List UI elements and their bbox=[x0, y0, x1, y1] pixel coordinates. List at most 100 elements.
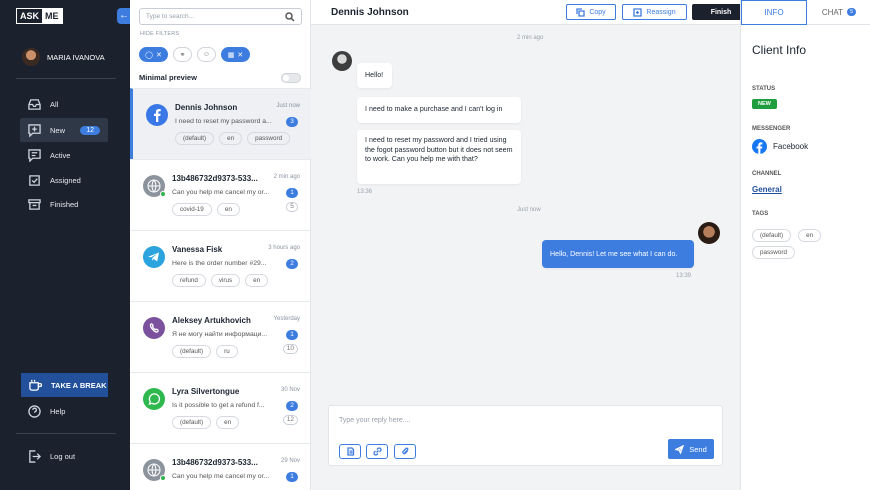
chat-count-badge: 5 bbox=[847, 8, 857, 16]
conversation-item[interactable]: 13b486732d9373-533... 2 min ago Can you … bbox=[130, 159, 311, 230]
search-input[interactable]: Type to search... bbox=[139, 8, 302, 25]
filter-chip-calendar[interactable]: ▦ ✕ bbox=[221, 47, 250, 62]
coffee-icon bbox=[29, 379, 42, 391]
calendar-icon: ▦ bbox=[227, 51, 235, 59]
logout-icon bbox=[29, 449, 41, 463]
conversation-item[interactable]: Dennis Johnson Just now I need to reset … bbox=[130, 88, 311, 159]
conversation-name: 13b486732d9373-533... bbox=[172, 458, 258, 467]
send-button[interactable]: Send bbox=[668, 439, 714, 459]
attach-button[interactable] bbox=[394, 444, 416, 459]
conversation-name: Lyra Silvertongue bbox=[172, 387, 240, 396]
viber-icon bbox=[143, 317, 165, 339]
timestamp: 13:39 bbox=[676, 273, 692, 279]
link-icon bbox=[372, 447, 382, 456]
send-icon bbox=[675, 444, 685, 454]
remove-chip-icon[interactable]: ✕ bbox=[156, 51, 162, 59]
chat-header: Dennis Johnson Copy Reassign Finish bbox=[311, 0, 750, 25]
logout-link[interactable]: Log out bbox=[20, 444, 108, 468]
tab-chat[interactable]: CHAT 5 bbox=[807, 0, 870, 25]
tag: en bbox=[216, 203, 240, 216]
link-button[interactable] bbox=[366, 444, 388, 459]
reply-composer: Type your reply here.... Send bbox=[328, 405, 723, 466]
nav-item-all[interactable]: All bbox=[20, 92, 108, 116]
help-circle-icon bbox=[28, 404, 41, 418]
timestamp: Just now bbox=[517, 207, 541, 213]
copy-icon bbox=[576, 7, 585, 17]
user-profile[interactable]: MARIA IVANOVA bbox=[22, 48, 105, 66]
tag: en bbox=[219, 132, 243, 145]
conversation-item[interactable]: Aleksey Artukhovich Yesterday Я не могу … bbox=[130, 301, 311, 372]
tag: (default) bbox=[172, 345, 212, 358]
tag: (default) bbox=[172, 416, 212, 429]
tag: refund bbox=[172, 274, 206, 287]
filter-chip-tag[interactable]: ◯ ✕ bbox=[139, 47, 168, 62]
user-name: MARIA IVANOVA bbox=[47, 52, 105, 62]
nav-item-assigned[interactable]: Assigned bbox=[20, 168, 108, 192]
conversation-name: Aleksey Artukhovich bbox=[172, 316, 251, 325]
app-logo: ASK ME bbox=[16, 8, 63, 24]
reassign-button[interactable]: Reassign bbox=[622, 4, 687, 20]
add-message-icon bbox=[28, 123, 41, 137]
collapse-sidebar-button[interactable]: ← bbox=[117, 8, 131, 24]
message-bubble: I need to make a purchase and I can't lo… bbox=[357, 97, 521, 123]
template-button[interactable] bbox=[339, 444, 361, 459]
tab-info[interactable]: INFO bbox=[741, 0, 807, 25]
take-a-break-button[interactable]: TAKE A BREAK bbox=[21, 373, 108, 397]
reassign-icon bbox=[633, 7, 643, 17]
facebook-icon bbox=[146, 104, 168, 126]
conversation-time: Yesterday bbox=[273, 316, 300, 322]
nav-item-active[interactable]: Active bbox=[20, 143, 108, 167]
sticker-icon: ☺ bbox=[202, 51, 211, 58]
tag: (default) bbox=[752, 229, 792, 242]
conversation-item[interactable]: Lyra Silvertongue 30 Nov Is it possible … bbox=[130, 372, 311, 443]
conversation-preview: Is it possible to get a refund f... bbox=[172, 402, 265, 409]
filter-chip-channels[interactable]: ⚭ bbox=[173, 47, 192, 62]
conversation-preview: I need to reset my password a... bbox=[175, 118, 272, 125]
total-count: 12 bbox=[282, 415, 298, 425]
tag: en bbox=[798, 229, 822, 242]
arrow-left-icon: ← bbox=[119, 10, 129, 21]
hide-filters-link[interactable]: HIDE FILTERS bbox=[140, 31, 179, 37]
conversation-preview: Here is the order number #29... bbox=[172, 260, 267, 267]
contact-name: Dennis Johnson bbox=[331, 7, 409, 18]
channels-icon: ⚭ bbox=[179, 51, 186, 59]
online-indicator bbox=[160, 191, 166, 197]
channel-link[interactable]: General bbox=[752, 185, 782, 194]
panel-title: Client Info bbox=[752, 43, 807, 57]
nav-item-new[interactable]: New 12 bbox=[20, 118, 108, 142]
new-count-badge: 12 bbox=[80, 125, 100, 135]
client-info-panel: INFO CHAT 5 Client Info STATUS NEW MESSE… bbox=[740, 0, 870, 490]
inbox-icon bbox=[28, 98, 41, 110]
remove-chip-icon[interactable]: ✕ bbox=[237, 51, 243, 59]
unread-count: 1 bbox=[286, 472, 298, 482]
messenger-value: Facebook bbox=[752, 139, 808, 154]
conversation-item[interactable]: 13b486732d9373-533... 29 Nov Can you hel… bbox=[130, 443, 311, 490]
minimal-preview-toggle[interactable] bbox=[281, 73, 301, 83]
timestamp: 2 min ago bbox=[517, 35, 544, 41]
status-badge: NEW bbox=[752, 99, 777, 109]
conversation-time: 30 Nov bbox=[280, 387, 300, 393]
client-tags: (default) en password bbox=[752, 229, 862, 259]
nav-item-finished[interactable]: Finished bbox=[20, 192, 108, 216]
message-bubble: I need to reset my password and I tried … bbox=[357, 130, 521, 184]
avatar bbox=[22, 48, 40, 66]
divider bbox=[16, 433, 116, 434]
unread-count: 1 bbox=[286, 188, 298, 198]
document-icon bbox=[346, 447, 354, 456]
total-count: 10 bbox=[282, 344, 298, 354]
copy-button[interactable]: Copy bbox=[566, 4, 616, 20]
tags-label: TAGS bbox=[752, 211, 769, 217]
total-count: 5 bbox=[286, 202, 298, 212]
conversation-item[interactable]: Vanessa Fisk 3 hours ago Here is the ord… bbox=[130, 230, 311, 301]
filter-chip-stickers[interactable]: ☺ bbox=[197, 47, 216, 62]
help-link[interactable]: Help bbox=[20, 399, 108, 423]
sidebar: ASK ME MARIA IVANOVA All New 12 Active As… bbox=[0, 0, 130, 490]
unread-count: 2 bbox=[286, 401, 298, 411]
reply-input[interactable]: Type your reply here.... bbox=[339, 417, 411, 424]
conversation-time: 3 hours ago bbox=[268, 245, 300, 251]
tag: (default) bbox=[175, 132, 215, 145]
tag: password bbox=[752, 246, 795, 259]
conversation-time: 29 Nov bbox=[280, 458, 300, 464]
channel-label: CHANNEL bbox=[752, 171, 782, 177]
whatsapp-icon bbox=[143, 388, 165, 410]
